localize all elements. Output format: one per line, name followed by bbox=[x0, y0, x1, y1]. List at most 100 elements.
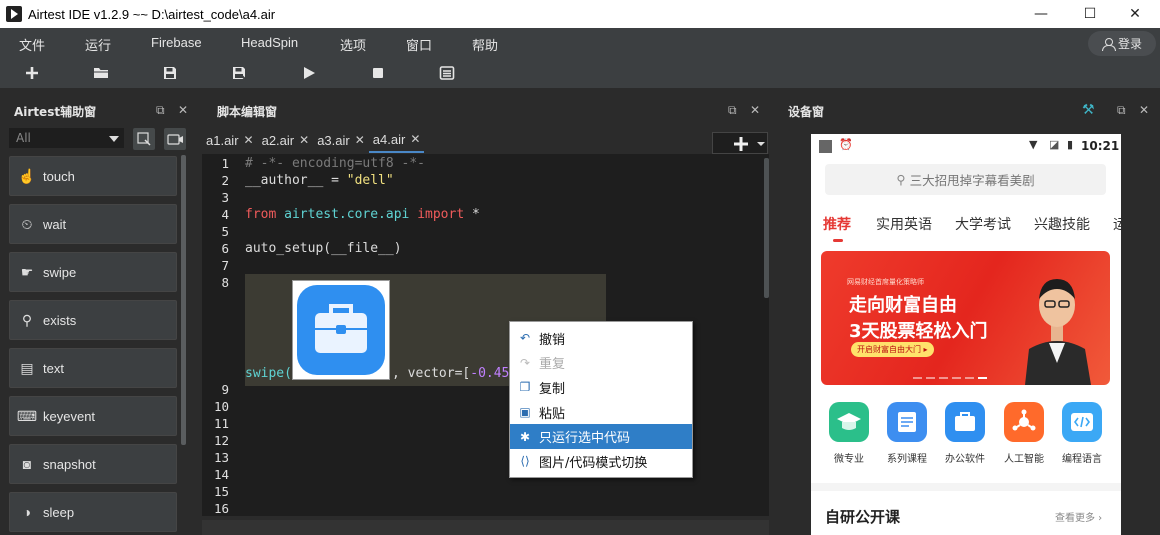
line-number: 9 bbox=[221, 382, 229, 397]
tab-a2[interactable]: a2.air ✕ bbox=[258, 127, 314, 153]
text-icon: ▤ bbox=[20, 359, 34, 376]
float-editor-icon[interactable]: ⧉ bbox=[728, 103, 737, 118]
series-course-icon[interactable] bbox=[887, 402, 927, 442]
menu-item-undo[interactable]: ↶ 撤销 bbox=[510, 326, 692, 351]
device-select[interactable]: All bbox=[9, 128, 124, 148]
app-label-micro-major: 微专业 bbox=[834, 454, 864, 465]
category-tab-english[interactable]: 实用英语 bbox=[876, 214, 932, 234]
app-search-box[interactable]: ⚲ 三大招甩掉字幕看美剧 bbox=[825, 164, 1106, 195]
menu-item-run-selected[interactable]: ✱ 只运行选中代码 bbox=[510, 424, 692, 449]
category-tab-more[interactable]: 运 bbox=[1113, 214, 1121, 234]
api-exists-button[interactable]: ⚲ exists bbox=[9, 300, 177, 340]
api-touch-button[interactable]: ☝ touch bbox=[9, 156, 177, 196]
api-sleep-label: sleep bbox=[43, 504, 75, 520]
category-tab-skills[interactable]: 兴趣技能 bbox=[1034, 214, 1090, 234]
editor-panel-title: 脚本编辑窗 bbox=[217, 104, 278, 119]
close-tab-icon[interactable]: ✕ bbox=[410, 132, 420, 146]
section-title: 自研公开课 bbox=[825, 508, 901, 526]
office-software-icon[interactable] bbox=[945, 402, 985, 442]
keyboard-icon: ⌨ bbox=[16, 407, 38, 424]
api-keyevent-button[interactable]: ⌨ keyevent bbox=[9, 396, 177, 436]
code-line-1: # -*- encoding=utf8 -*- bbox=[245, 156, 426, 171]
menu-file[interactable]: 文件 bbox=[19, 35, 45, 54]
open-folder-icon[interactable] bbox=[93, 65, 109, 81]
camera-icon: ◙ bbox=[22, 456, 32, 472]
menu-options[interactable]: 选项 bbox=[340, 35, 366, 54]
banner-headline-1: 走向财富自由 bbox=[849, 295, 957, 316]
image-template-thumbnail[interactable] bbox=[292, 280, 390, 380]
promo-banner[interactable]: 网易财经首席量化策略师 走向财富自由 3天股票轻松入门 开启财富自由大门 ▸ bbox=[821, 251, 1110, 385]
banner-pager bbox=[913, 377, 987, 379]
bug-icon: ✱ bbox=[519, 429, 531, 444]
close-tab-icon[interactable]: ✕ bbox=[355, 133, 365, 147]
select-region-icon bbox=[137, 132, 151, 146]
api-sleep-button[interactable]: ◑ sleep bbox=[9, 492, 177, 532]
api-snapshot-button[interactable]: ◙ snapshot bbox=[9, 444, 177, 484]
add-script-button[interactable] bbox=[712, 132, 768, 154]
category-tab-recommend[interactable]: 推荐 bbox=[823, 214, 851, 234]
api-wait-button[interactable]: ⏲ wait bbox=[9, 204, 177, 244]
close-device-icon[interactable]: ✕ bbox=[1139, 103, 1149, 117]
run-icon[interactable] bbox=[301, 65, 317, 81]
menu-item-toggle-mode[interactable]: ⟨⟩ 图片/代码模式切换 bbox=[510, 449, 692, 474]
programming-language-icon[interactable] bbox=[1062, 402, 1102, 442]
login-button[interactable]: 登录 bbox=[1088, 31, 1156, 56]
menu-item-label: 重复 bbox=[539, 357, 566, 373]
device-screen[interactable]: ⏰ ▼ ◪ ▮ 10:21 ⚲ 三大招甩掉字幕看美剧 推荐 实用英语 大学考试 … bbox=[811, 134, 1121, 535]
tab-a3[interactable]: a3.air ✕ bbox=[313, 127, 369, 153]
record-button[interactable] bbox=[164, 128, 186, 150]
new-file-icon[interactable] bbox=[24, 65, 40, 81]
select-region-button[interactable] bbox=[133, 128, 155, 150]
menu-help[interactable]: 帮助 bbox=[472, 35, 498, 54]
see-more-link[interactable]: 查看更多 › bbox=[1055, 509, 1102, 524]
editor-horizontal-scrollbar[interactable] bbox=[202, 520, 769, 535]
float-device-icon[interactable]: ⧉ bbox=[1117, 103, 1126, 118]
log-icon[interactable] bbox=[439, 65, 455, 81]
close-editor-icon[interactable]: ✕ bbox=[750, 103, 760, 117]
api-swipe-label: swipe bbox=[43, 264, 77, 280]
banner-headline-2: 3天股票轻松入门 bbox=[849, 321, 988, 342]
menu-run[interactable]: 运行 bbox=[85, 35, 111, 54]
tab-label: a1.air bbox=[206, 132, 239, 148]
save-icon[interactable] bbox=[162, 65, 178, 81]
menu-headspin[interactable]: HeadSpin bbox=[241, 35, 298, 50]
micro-major-icon[interactable] bbox=[829, 402, 869, 442]
menu-item-copy[interactable]: ❐ 复制 bbox=[510, 375, 692, 400]
menu-window[interactable]: 窗口 bbox=[406, 35, 432, 54]
paste-icon: ▣ bbox=[519, 405, 531, 420]
api-swipe-button[interactable]: ☛ swipe bbox=[9, 252, 177, 292]
tab-a4[interactable]: a4.air ✕ bbox=[368, 127, 425, 153]
tab-a1[interactable]: a1.air ✕ bbox=[202, 127, 258, 153]
close-tab-icon[interactable]: ✕ bbox=[299, 133, 309, 147]
undo-icon: ↶ bbox=[519, 331, 531, 346]
section-divider bbox=[811, 483, 1121, 491]
device-settings-icon[interactable]: ⚒ bbox=[1082, 102, 1095, 118]
category-tab-college-exam[interactable]: 大学考试 bbox=[955, 214, 1011, 234]
assistant-scrollbar[interactable] bbox=[181, 155, 186, 445]
close-panel-icon[interactable]: ✕ bbox=[178, 103, 188, 117]
api-text-button[interactable]: ▤ text bbox=[9, 348, 177, 388]
stop-icon[interactable] bbox=[370, 65, 386, 81]
active-tab-indicator bbox=[833, 239, 843, 242]
float-panel-icon[interactable]: ⧉ bbox=[156, 103, 165, 118]
line-number: 12 bbox=[213, 433, 229, 448]
presenter-portrait bbox=[1025, 279, 1091, 385]
banner-cta-button[interactable]: 开启财富自由大门 ▸ bbox=[851, 342, 934, 357]
maximize-button[interactable]: ☐ bbox=[1067, 0, 1113, 28]
redo-icon: ↷ bbox=[519, 355, 531, 370]
close-button[interactable]: ✕ bbox=[1112, 0, 1158, 28]
editor-vertical-scrollbar[interactable] bbox=[764, 158, 769, 298]
device-panel-title: 设备窗 bbox=[788, 104, 825, 119]
save-as-icon[interactable] bbox=[231, 65, 247, 81]
menu-item-label: 图片/代码模式切换 bbox=[539, 455, 648, 471]
menu-bar: 文件 运行 Firebase HeadSpin 选项 窗口 帮助 bbox=[0, 28, 1160, 58]
minimize-button[interactable]: — bbox=[1018, 0, 1064, 28]
app-search-placeholder: 三大招甩掉字幕看美剧 bbox=[909, 173, 1035, 188]
menu-firebase[interactable]: Firebase bbox=[151, 35, 202, 50]
menu-item-paste[interactable]: ▣ 粘贴 bbox=[510, 400, 692, 425]
phone-status-bar: ⏰ ▼ ◪ ▮ 10:21 bbox=[811, 134, 1121, 160]
line-number: 5 bbox=[221, 224, 229, 239]
artificial-intelligence-icon[interactable] bbox=[1004, 402, 1044, 442]
app-label-series-course: 系列课程 bbox=[887, 454, 927, 465]
close-tab-icon[interactable]: ✕ bbox=[244, 133, 254, 147]
